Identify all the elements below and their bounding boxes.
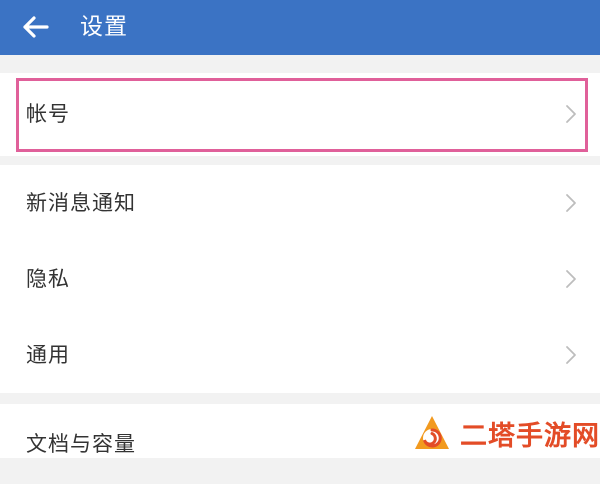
- chevron-right-icon: [566, 270, 576, 288]
- settings-item-label: 隐私: [26, 267, 70, 291]
- watermark: 二塔手游网: [412, 408, 600, 458]
- chevron-right-icon: [566, 105, 576, 123]
- arrow-left-icon: [23, 16, 49, 38]
- settings-item-label: 通用: [26, 343, 70, 367]
- page-title: 设置: [80, 14, 128, 40]
- settings-item-general[interactable]: 通用: [0, 317, 600, 393]
- settings-item-label: 帐号: [26, 102, 70, 126]
- chevron-right-icon: [566, 194, 576, 212]
- settings-item-privacy[interactable]: 隐私: [0, 241, 600, 317]
- settings-group-account: 帐号: [0, 73, 600, 156]
- settings-item-label: 文档与容量: [26, 432, 136, 456]
- settings-item-notifications[interactable]: 新消息通知: [0, 165, 600, 241]
- settings-group-main: 新消息通知 隐私 通用: [0, 165, 600, 393]
- chevron-right-icon: [566, 346, 576, 364]
- swirl-logo-icon: [415, 416, 449, 449]
- watermark-text: 二塔手游网: [460, 420, 600, 452]
- settings-item-account[interactable]: 帐号: [0, 76, 600, 152]
- back-button[interactable]: [18, 11, 52, 43]
- settings-item-label: 新消息通知: [26, 191, 136, 215]
- app-bar: 设置: [0, 0, 600, 55]
